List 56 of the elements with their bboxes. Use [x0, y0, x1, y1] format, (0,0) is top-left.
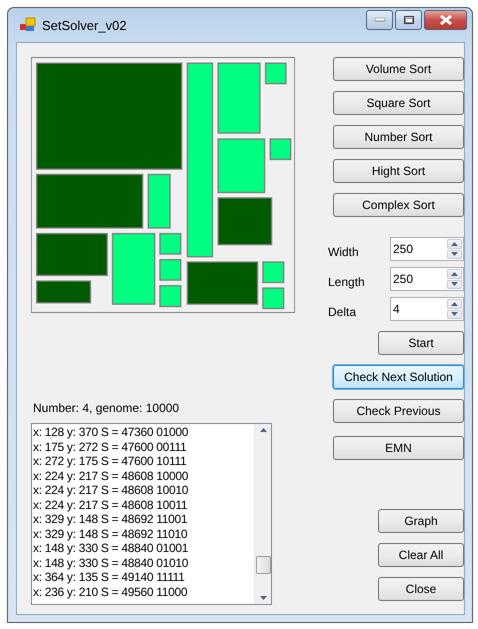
- log-line: x: 329 y: 148 S = 48692 11010: [33, 526, 188, 541]
- log-list[interactable]: [31, 423, 272, 605]
- window-title: SetSolver_v02: [42, 18, 128, 32]
- sort-button[interactable]: Square Sort: [333, 91, 464, 115]
- log-line: x: 329 y: 148 S = 48692 11001: [33, 512, 188, 526]
- down-arrow-icon: [451, 252, 458, 256]
- status-text: Number: 4, genome: 10000: [33, 401, 180, 417]
- log-line: x: 272 y: 175 S = 47600 10111: [33, 454, 188, 468]
- scroll-down-icon: [260, 596, 266, 600]
- log-line: x: 236 y: 210 S = 49560 11000: [33, 584, 188, 599]
- spin-up-button[interactable]: [447, 239, 462, 248]
- log-line: x: 148 y: 330 S = 48840 01010: [33, 556, 190, 570]
- log-line: x: 224 y: 217 S = 48608 10000: [33, 468, 190, 483]
- command-button[interactable]: Graph: [378, 509, 464, 533]
- command-button[interactable]: Close: [378, 577, 464, 601]
- up-arrow-icon: [451, 302, 458, 306]
- parameter-label: Length: [328, 274, 366, 289]
- spin-down-button[interactable]: [447, 280, 462, 289]
- close-button[interactable]: [424, 10, 467, 30]
- up-arrow-icon: [451, 242, 458, 246]
- log-line: x: 128 y: 370 S = 47360 01000: [33, 425, 190, 440]
- action-button[interactable]: Check Next Solution: [333, 365, 464, 389]
- spin-up-button[interactable]: [447, 299, 462, 308]
- log-line: x: 224 y: 217 S = 48608 10011: [33, 498, 188, 512]
- down-arrow-icon: [451, 312, 458, 316]
- command-button[interactable]: Clear All: [378, 543, 464, 567]
- log-line: x: 175 y: 272 S = 47600 00111: [33, 440, 188, 454]
- action-button[interactable]: Check Previous: [333, 399, 464, 423]
- spin-box[interactable]: 250: [390, 267, 464, 291]
- maximize-button[interactable]: [395, 10, 422, 30]
- sort-button[interactable]: Volume Sort: [333, 57, 464, 81]
- minimize-button[interactable]: [366, 10, 393, 30]
- app-icon: [20, 17, 36, 33]
- spin-up-button[interactable]: [447, 269, 462, 278]
- parameter-label: Width: [328, 244, 360, 259]
- spin-down-button[interactable]: [447, 310, 462, 319]
- minimize-icon: [374, 18, 384, 22]
- spin-down-button[interactable]: [447, 250, 462, 259]
- spin-box[interactable]: 4: [390, 297, 464, 321]
- scroll-thumb[interactable]: [256, 556, 270, 574]
- log-line: x: 148 y: 330 S = 48840 01001: [33, 541, 190, 556]
- sort-button[interactable]: Hight Sort: [333, 159, 464, 183]
- scrollbar[interactable]: [254, 424, 271, 604]
- up-arrow-icon: [451, 272, 458, 276]
- scroll-up-icon: [260, 428, 266, 432]
- log-line: x: 224 y: 217 S = 48608 10010: [33, 483, 190, 498]
- sort-button[interactable]: Complex Sort: [333, 193, 464, 217]
- log-line: x: 364 y: 135 S = 49140 11111: [33, 570, 186, 584]
- action-button[interactable]: EMN: [333, 436, 464, 460]
- maximize-icon: [404, 16, 414, 24]
- sort-button[interactable]: Number Sort: [333, 125, 464, 149]
- action-button[interactable]: Start: [378, 331, 464, 355]
- parameter-label: Delta: [328, 304, 358, 319]
- down-arrow-icon: [451, 282, 458, 286]
- close-icon: [440, 15, 452, 25]
- spin-box[interactable]: 250: [390, 237, 464, 261]
